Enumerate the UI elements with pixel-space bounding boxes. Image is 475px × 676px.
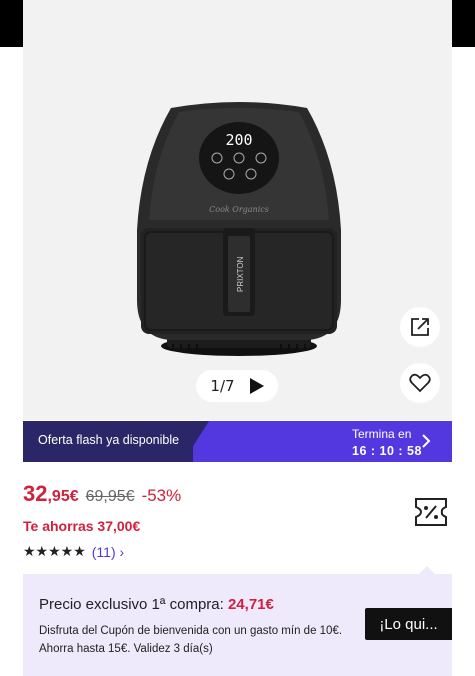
flash-countdown: 16 : 10 : 58 <box>352 444 422 458</box>
play-icon[interactable] <box>249 378 264 394</box>
flash-banner-tail <box>183 421 209 462</box>
flash-ends-label: Termina en <box>352 427 412 441</box>
original-price: 69,95€ <box>85 488 135 505</box>
temperature-display: 200 <box>225 131 252 149</box>
script-logo: Cook Organics <box>209 205 269 214</box>
top-left-corner <box>0 0 23 47</box>
current-price: 32,95€ <box>23 481 79 507</box>
discount-badge: -53% <box>141 486 182 505</box>
promo-price: 24,71€ <box>227 596 274 613</box>
heart-icon <box>409 373 431 393</box>
promo-title-prefix: Precio exclusivo 1ª compra: <box>39 596 228 613</box>
price-integer: 32 <box>23 481 48 506</box>
coupon-icon[interactable] <box>414 497 448 527</box>
flash-offer-label: Oferta flash ya disponible <box>38 433 180 447</box>
top-right-corner <box>452 0 475 47</box>
product-image: PRIXTON 200 Cook Organics <box>137 102 341 356</box>
flash-offer-banner[interactable]: Oferta flash ya disponible Termina en 16… <box>23 421 452 462</box>
rating-row[interactable]: ★★★★★ (11) › <box>23 543 124 560</box>
price-row: 32,95€ 69,95€ -53% <box>23 481 181 507</box>
claim-coupon-button[interactable]: ¡Lo qui... <box>365 608 452 640</box>
review-count-link[interactable]: (11) › <box>92 544 124 560</box>
favorite-button[interactable] <box>400 363 440 403</box>
image-pager[interactable]: 1/7 <box>196 370 278 402</box>
star-icon: ★★★★★ <box>23 543 86 559</box>
price-decimals: ,95€ <box>47 488 79 505</box>
first-purchase-promo: Precio exclusivo 1ª compra: 24,71€ Disfr… <box>23 574 452 676</box>
share-icon <box>411 318 429 336</box>
product-image-gallery[interactable]: PRIXTON 200 Cook Organics 1/7 <box>23 0 452 420</box>
brand-label: PRIXTON <box>236 256 245 292</box>
promo-description: Disfruta del Cupón de bienvenida con un … <box>39 625 343 655</box>
savings-text: Te ahorras 37,00€ <box>23 518 141 534</box>
promo-title: Precio exclusivo 1ª compra: 24,71€ <box>39 596 274 613</box>
pager-text: 1/7 <box>210 377 235 395</box>
share-button[interactable] <box>400 307 440 347</box>
chevron-right-icon[interactable] <box>421 433 431 449</box>
